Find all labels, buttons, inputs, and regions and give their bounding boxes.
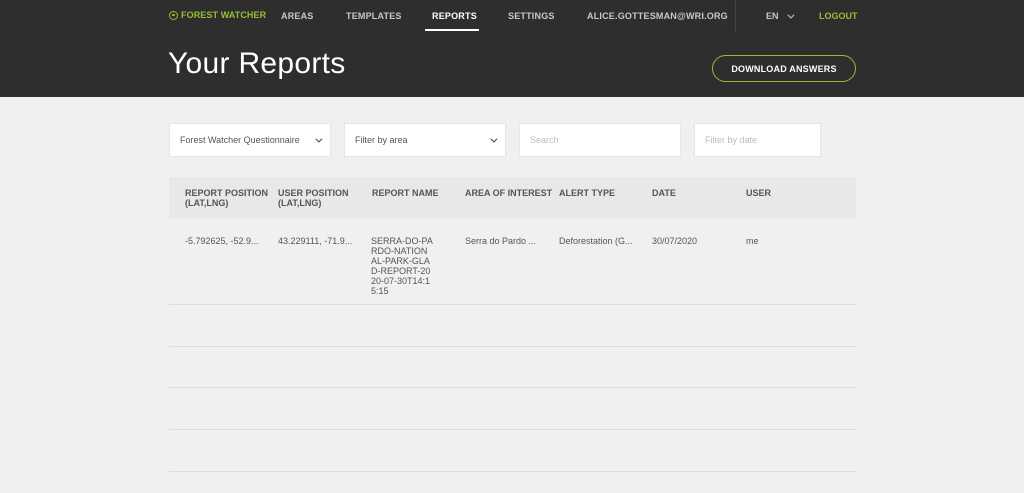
area-filter-value: Filter by area (355, 135, 408, 145)
nav-item-templates[interactable]: TEMPLATES (346, 11, 402, 21)
top-navbar: FOREST WATCHER AREAS TEMPLATES REPORTS S… (0, 0, 1024, 32)
row-divider (169, 304, 856, 305)
chevron-down-icon (786, 11, 794, 19)
page-title: Your Reports (168, 47, 346, 80)
nav-item-areas[interactable]: AREAS (281, 11, 314, 21)
active-nav-indicator (425, 29, 479, 31)
column-header-user-position[interactable]: USER POSITION (LAT,LNG) (278, 188, 362, 208)
date-filter-box (694, 123, 821, 157)
column-header-report-name[interactable]: REPORT NAME (372, 188, 462, 198)
column-header-date[interactable]: DATE (652, 188, 712, 198)
nav-item-user-email[interactable]: ALICE.GOTTESMAN@WRI.ORG (587, 11, 728, 21)
template-select[interactable]: Forest Watcher Questionnaire (169, 123, 331, 157)
table-header: REPORT POSITION (LAT,LNG) USER POSITION … (169, 177, 856, 219)
nav-item-reports[interactable]: REPORTS (432, 11, 477, 21)
area-filter-select[interactable]: Filter by area (344, 123, 506, 157)
column-header-user[interactable]: USER (746, 188, 806, 198)
search-input[interactable] (530, 135, 670, 145)
template-select-value: Forest Watcher Questionnaire (180, 135, 300, 145)
cell-report-position: -5.792625, -52.9... (185, 236, 259, 246)
brand-logo[interactable]: FOREST WATCHER (169, 10, 266, 20)
row-divider (169, 387, 856, 388)
date-filter-input[interactable] (705, 135, 810, 145)
chevron-down-icon (315, 135, 323, 143)
forest-watcher-logo-icon (169, 10, 178, 20)
column-header-area-of-interest[interactable]: AREA OF INTEREST (465, 188, 557, 198)
column-header-alert-type[interactable]: ALERT TYPE (559, 188, 639, 198)
language-label: EN (766, 11, 779, 21)
brand-name: FOREST WATCHER (181, 10, 267, 20)
cell-user-position: 43.229111, -71.9... (278, 236, 353, 246)
row-divider (169, 471, 856, 472)
row-divider (169, 429, 856, 430)
cell-user: me (746, 236, 759, 246)
nav-divider (735, 0, 736, 32)
nav-item-settings[interactable]: SETTINGS (508, 11, 555, 21)
cell-area-of-interest: Serra do Pardo ... (465, 236, 537, 246)
cell-alert-type: Deforestation (G... (559, 236, 633, 246)
search-box (519, 123, 681, 157)
logout-link[interactable]: LOGOUT (819, 11, 858, 21)
cell-date: 30/07/2020 (652, 236, 698, 246)
page-header: Your Reports DOWNLOAD ANSWERS (0, 32, 1024, 97)
chevron-down-icon (490, 135, 498, 143)
column-header-report-position[interactable]: REPORT POSITION (LAT,LNG) (185, 188, 275, 208)
cell-report-name[interactable]: SERRA-DO-PARDO-NATIONAL-PARK-GLAD-REPORT… (371, 236, 433, 296)
language-select[interactable]: EN (766, 11, 794, 21)
download-answers-button[interactable]: DOWNLOAD ANSWERS (712, 55, 856, 82)
row-divider (169, 346, 856, 347)
